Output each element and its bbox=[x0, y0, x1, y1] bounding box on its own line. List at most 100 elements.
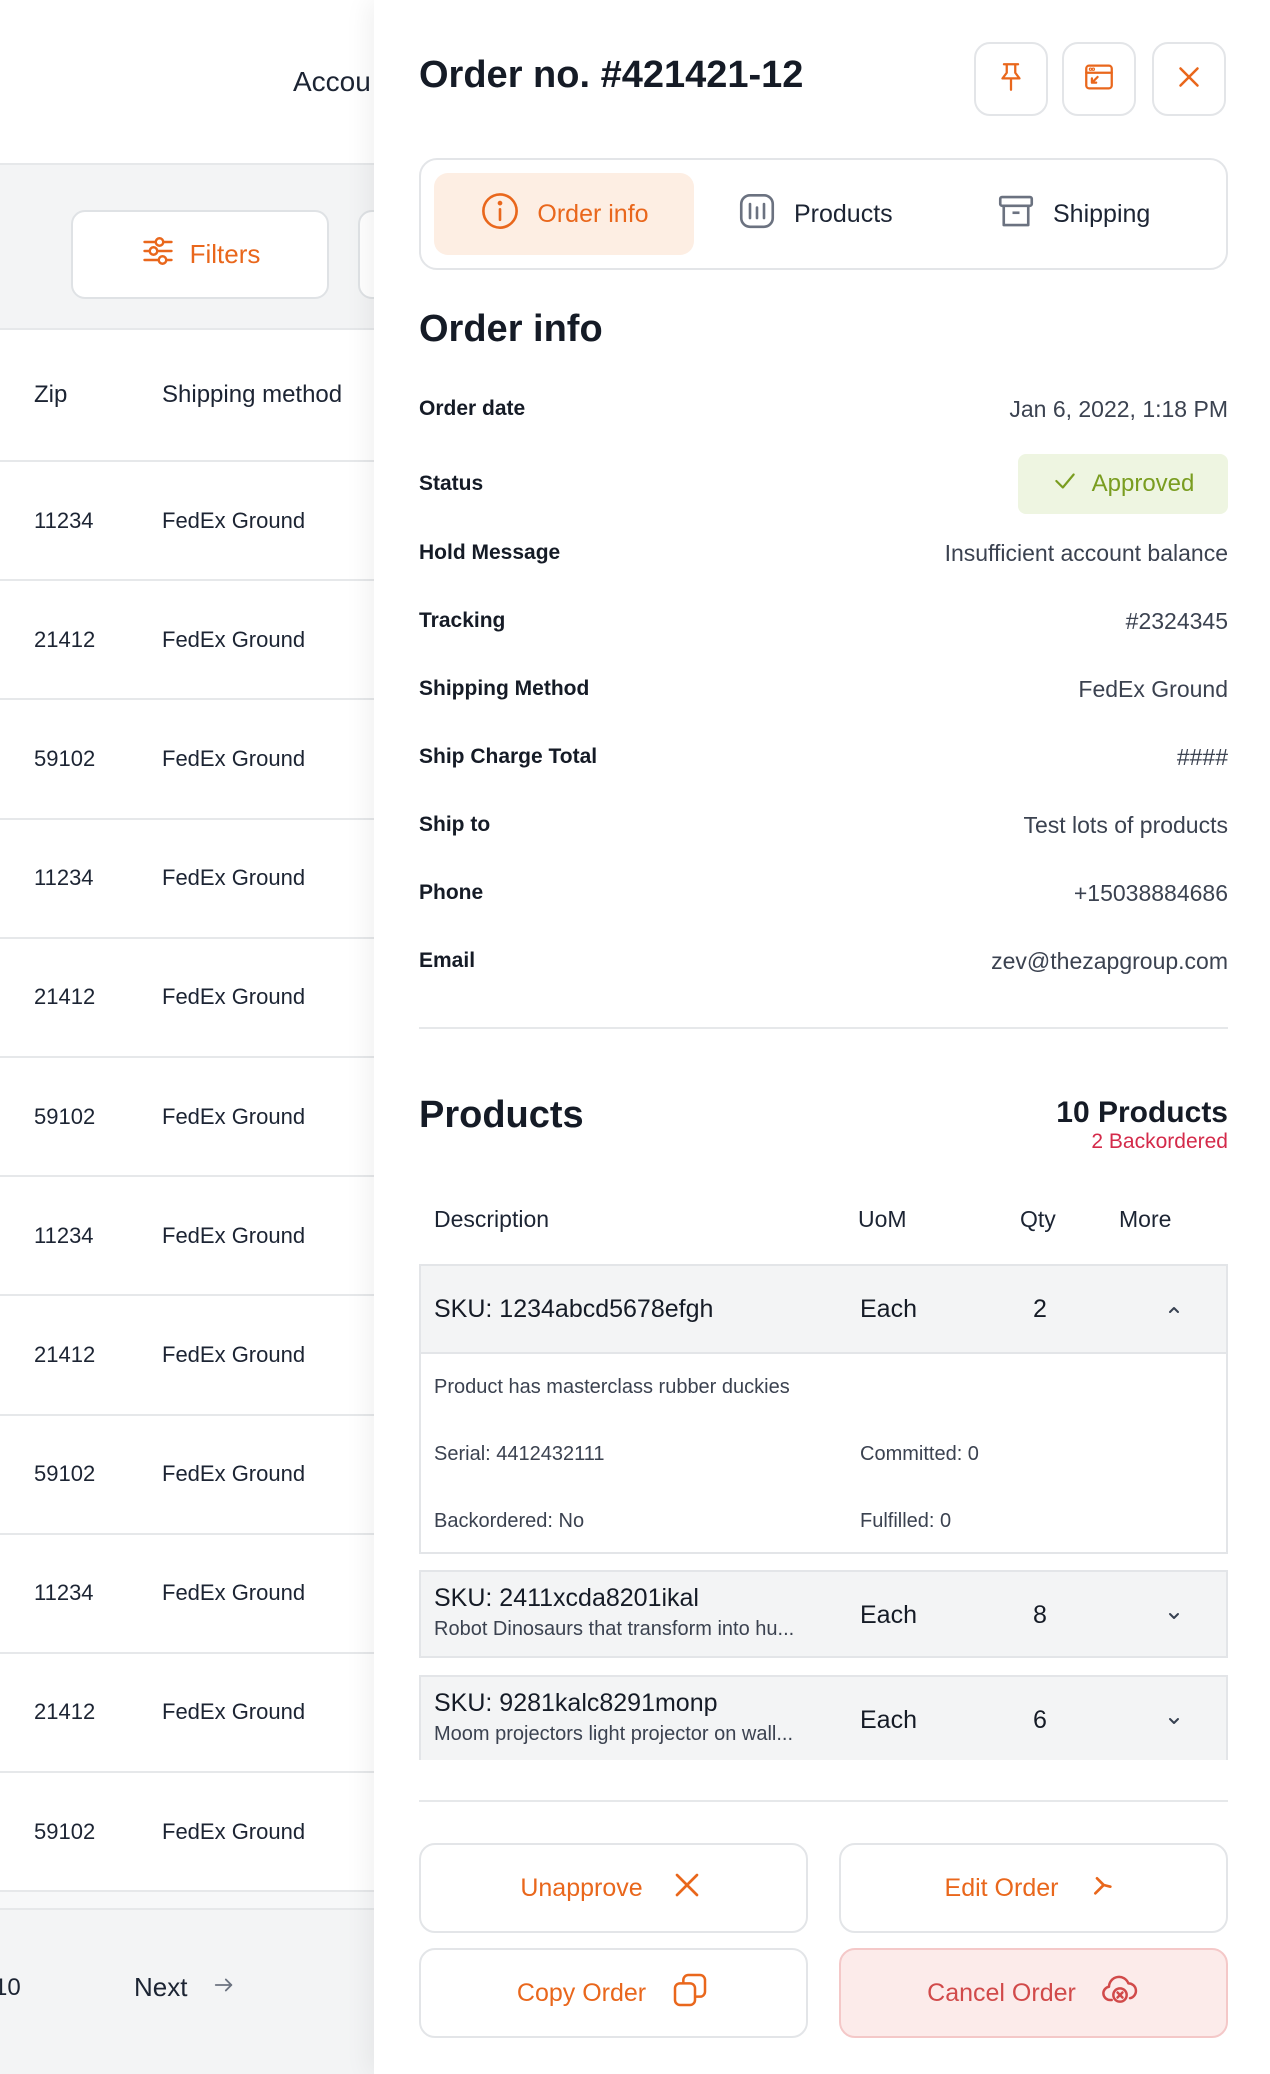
copy-icon bbox=[670, 1970, 710, 2017]
archive-box-icon bbox=[995, 190, 1037, 239]
edit-order-button[interactable]: Edit Order bbox=[839, 1843, 1228, 1933]
cancel-order-label: Cancel Order bbox=[927, 1978, 1076, 2007]
shipping-method-row: Shipping Method FedEx Ground bbox=[419, 669, 1228, 709]
products-heading: Products bbox=[419, 1094, 584, 1136]
column-zip[interactable]: Zip bbox=[0, 381, 162, 409]
close-icon bbox=[667, 1865, 707, 1912]
copy-order-label: Copy Order bbox=[516, 1978, 647, 2007]
products-table-header: Description UoM Qty More bbox=[419, 1198, 1228, 1242]
phone-value: +15038884686 bbox=[1073, 879, 1228, 906]
shipping-cell: FedEx Ground bbox=[162, 1103, 306, 1129]
shipping-cell: FedEx Ground bbox=[162, 626, 306, 652]
copy-order-button[interactable]: Copy Order bbox=[419, 1948, 808, 2038]
account-link[interactable]: Accou bbox=[293, 66, 371, 98]
ship-charge-label: Ship Charge Total bbox=[419, 745, 598, 768]
product-uom: Each bbox=[860, 1706, 917, 1734]
product-sku: SKU: 9281kalc8291monp bbox=[434, 1689, 718, 1717]
next-label: Next bbox=[134, 1972, 188, 2002]
shipping-cell: FedEx Ground bbox=[162, 507, 306, 533]
phone-label: Phone bbox=[419, 881, 484, 904]
product-serial: Serial: 4412432111 bbox=[434, 1443, 605, 1465]
phone-row: Phone +15038884686 bbox=[419, 873, 1228, 913]
shipping-cell: FedEx Ground bbox=[162, 1461, 306, 1487]
close-icon bbox=[1172, 60, 1206, 99]
tab-shipping[interactable]: Shipping bbox=[995, 173, 1150, 255]
product-row[interactable]: SKU: 2411xcda8201ikal Robot Dinosaurs th… bbox=[419, 1570, 1228, 1658]
zip-cell: 21412 bbox=[34, 626, 96, 652]
ship-to-label: Ship to bbox=[419, 813, 491, 836]
edit-order-label: Edit Order bbox=[944, 1873, 1059, 1902]
product-details: Product has masterclass rubber duckies S… bbox=[419, 1354, 1228, 1554]
product-qty: 6 bbox=[1033, 1706, 1047, 1734]
status-label: Status bbox=[419, 472, 484, 495]
pin-icon bbox=[994, 60, 1028, 99]
zip-cell: 11234 bbox=[34, 865, 94, 891]
ship-charge-row: Ship Charge Total #### bbox=[419, 737, 1228, 777]
tab-products-label: Products bbox=[794, 199, 893, 228]
info-icon bbox=[479, 190, 521, 239]
email-row: Email zev@thezapgroup.com bbox=[419, 941, 1228, 981]
column-shipping-method[interactable]: Shipping method bbox=[162, 381, 342, 409]
zip-cell: 21412 bbox=[34, 1699, 96, 1725]
bar-chart-icon bbox=[736, 190, 778, 239]
email-value: zev@thezapgroup.com bbox=[991, 947, 1228, 974]
zip-cell: 11234 bbox=[34, 1222, 94, 1248]
zip-cell: 21412 bbox=[34, 984, 96, 1010]
chevron-up-icon[interactable] bbox=[1162, 1298, 1186, 1322]
zip-cell: 11234 bbox=[34, 1580, 94, 1606]
hold-message-row: Hold Message Insufficient account balanc… bbox=[419, 533, 1228, 573]
column-qty: Qty bbox=[1020, 1206, 1056, 1232]
tracking-row: Tracking #2324345 bbox=[419, 601, 1228, 641]
ship-charge-value: #### bbox=[1176, 743, 1228, 770]
sliders-icon bbox=[140, 233, 176, 276]
arrow-right-icon bbox=[213, 1972, 235, 2003]
tab-products[interactable]: Products bbox=[736, 173, 893, 255]
section-divider bbox=[419, 1027, 1228, 1029]
product-committed: Committed: 0 bbox=[860, 1443, 979, 1465]
product-uom: Each bbox=[860, 1601, 917, 1629]
zip-cell: 59102 bbox=[34, 1818, 96, 1844]
drawer-tabs: Order info Products Shipping bbox=[419, 158, 1228, 270]
minimize-window-button[interactable] bbox=[1062, 42, 1136, 116]
shipping-cell: FedEx Ground bbox=[162, 745, 306, 771]
pin-button[interactable] bbox=[974, 42, 1048, 116]
cancel-order-button[interactable]: Cancel Order bbox=[839, 1948, 1228, 2038]
email-label: Email bbox=[419, 949, 476, 972]
product-qty: 8 bbox=[1033, 1601, 1047, 1629]
tab-order-info[interactable]: Order info bbox=[434, 173, 694, 255]
close-button[interactable] bbox=[1152, 42, 1226, 116]
product-description: Robot Dinosaurs that transform into hu..… bbox=[434, 1618, 795, 1640]
zip-cell: 59102 bbox=[34, 1461, 96, 1487]
status-value: Approved bbox=[1091, 470, 1195, 497]
tracking-value[interactable]: #2324345 bbox=[1126, 608, 1228, 635]
filters-button[interactable]: Filters bbox=[71, 210, 329, 299]
order-date-value: Jan 6, 2022, 1:18 PM bbox=[1009, 395, 1228, 422]
product-row[interactable]: SKU: 9281kalc8291monp Moom projectors li… bbox=[419, 1675, 1228, 1760]
order-date-label: Order date bbox=[419, 397, 526, 420]
product-fulfilled: Fulfilled: 0 bbox=[860, 1510, 952, 1532]
products-count: 10 Products bbox=[1056, 1096, 1228, 1129]
chevron-down-icon[interactable] bbox=[1162, 1604, 1186, 1628]
shipping-method-label: Shipping Method bbox=[419, 677, 590, 700]
next-page-button[interactable]: Next bbox=[134, 1972, 235, 2003]
ship-to-row: Ship to Test lots of products bbox=[419, 805, 1228, 845]
zip-cell: 59102 bbox=[34, 745, 96, 771]
shipping-cell: FedEx Ground bbox=[162, 1222, 306, 1248]
filters-label: Filters bbox=[189, 239, 261, 269]
unapprove-button[interactable]: Unapprove bbox=[419, 1843, 808, 1933]
hold-message-label: Hold Message bbox=[419, 541, 561, 564]
shipping-method-value: FedEx Ground bbox=[1078, 675, 1228, 702]
page-number[interactable]: 10 bbox=[0, 1974, 21, 2002]
actions-divider bbox=[419, 1800, 1228, 1802]
product-backordered: Backordered: No bbox=[434, 1510, 585, 1532]
order-title: Order no. #421421-12 bbox=[419, 54, 804, 96]
product-uom: Each bbox=[860, 1295, 917, 1323]
edit-icon bbox=[1082, 1865, 1122, 1912]
column-uom: UoM bbox=[858, 1206, 907, 1232]
chevron-down-icon[interactable] bbox=[1162, 1709, 1186, 1733]
product-row[interactable]: SKU: 1234abcd5678efgh Each 2 bbox=[419, 1264, 1228, 1354]
cloud-cancel-icon bbox=[1100, 1970, 1140, 2017]
column-more: More bbox=[1119, 1206, 1172, 1232]
order-date-row: Order date Jan 6, 2022, 1:18 PM bbox=[419, 389, 1228, 429]
shipping-cell: FedEx Ground bbox=[162, 865, 306, 891]
